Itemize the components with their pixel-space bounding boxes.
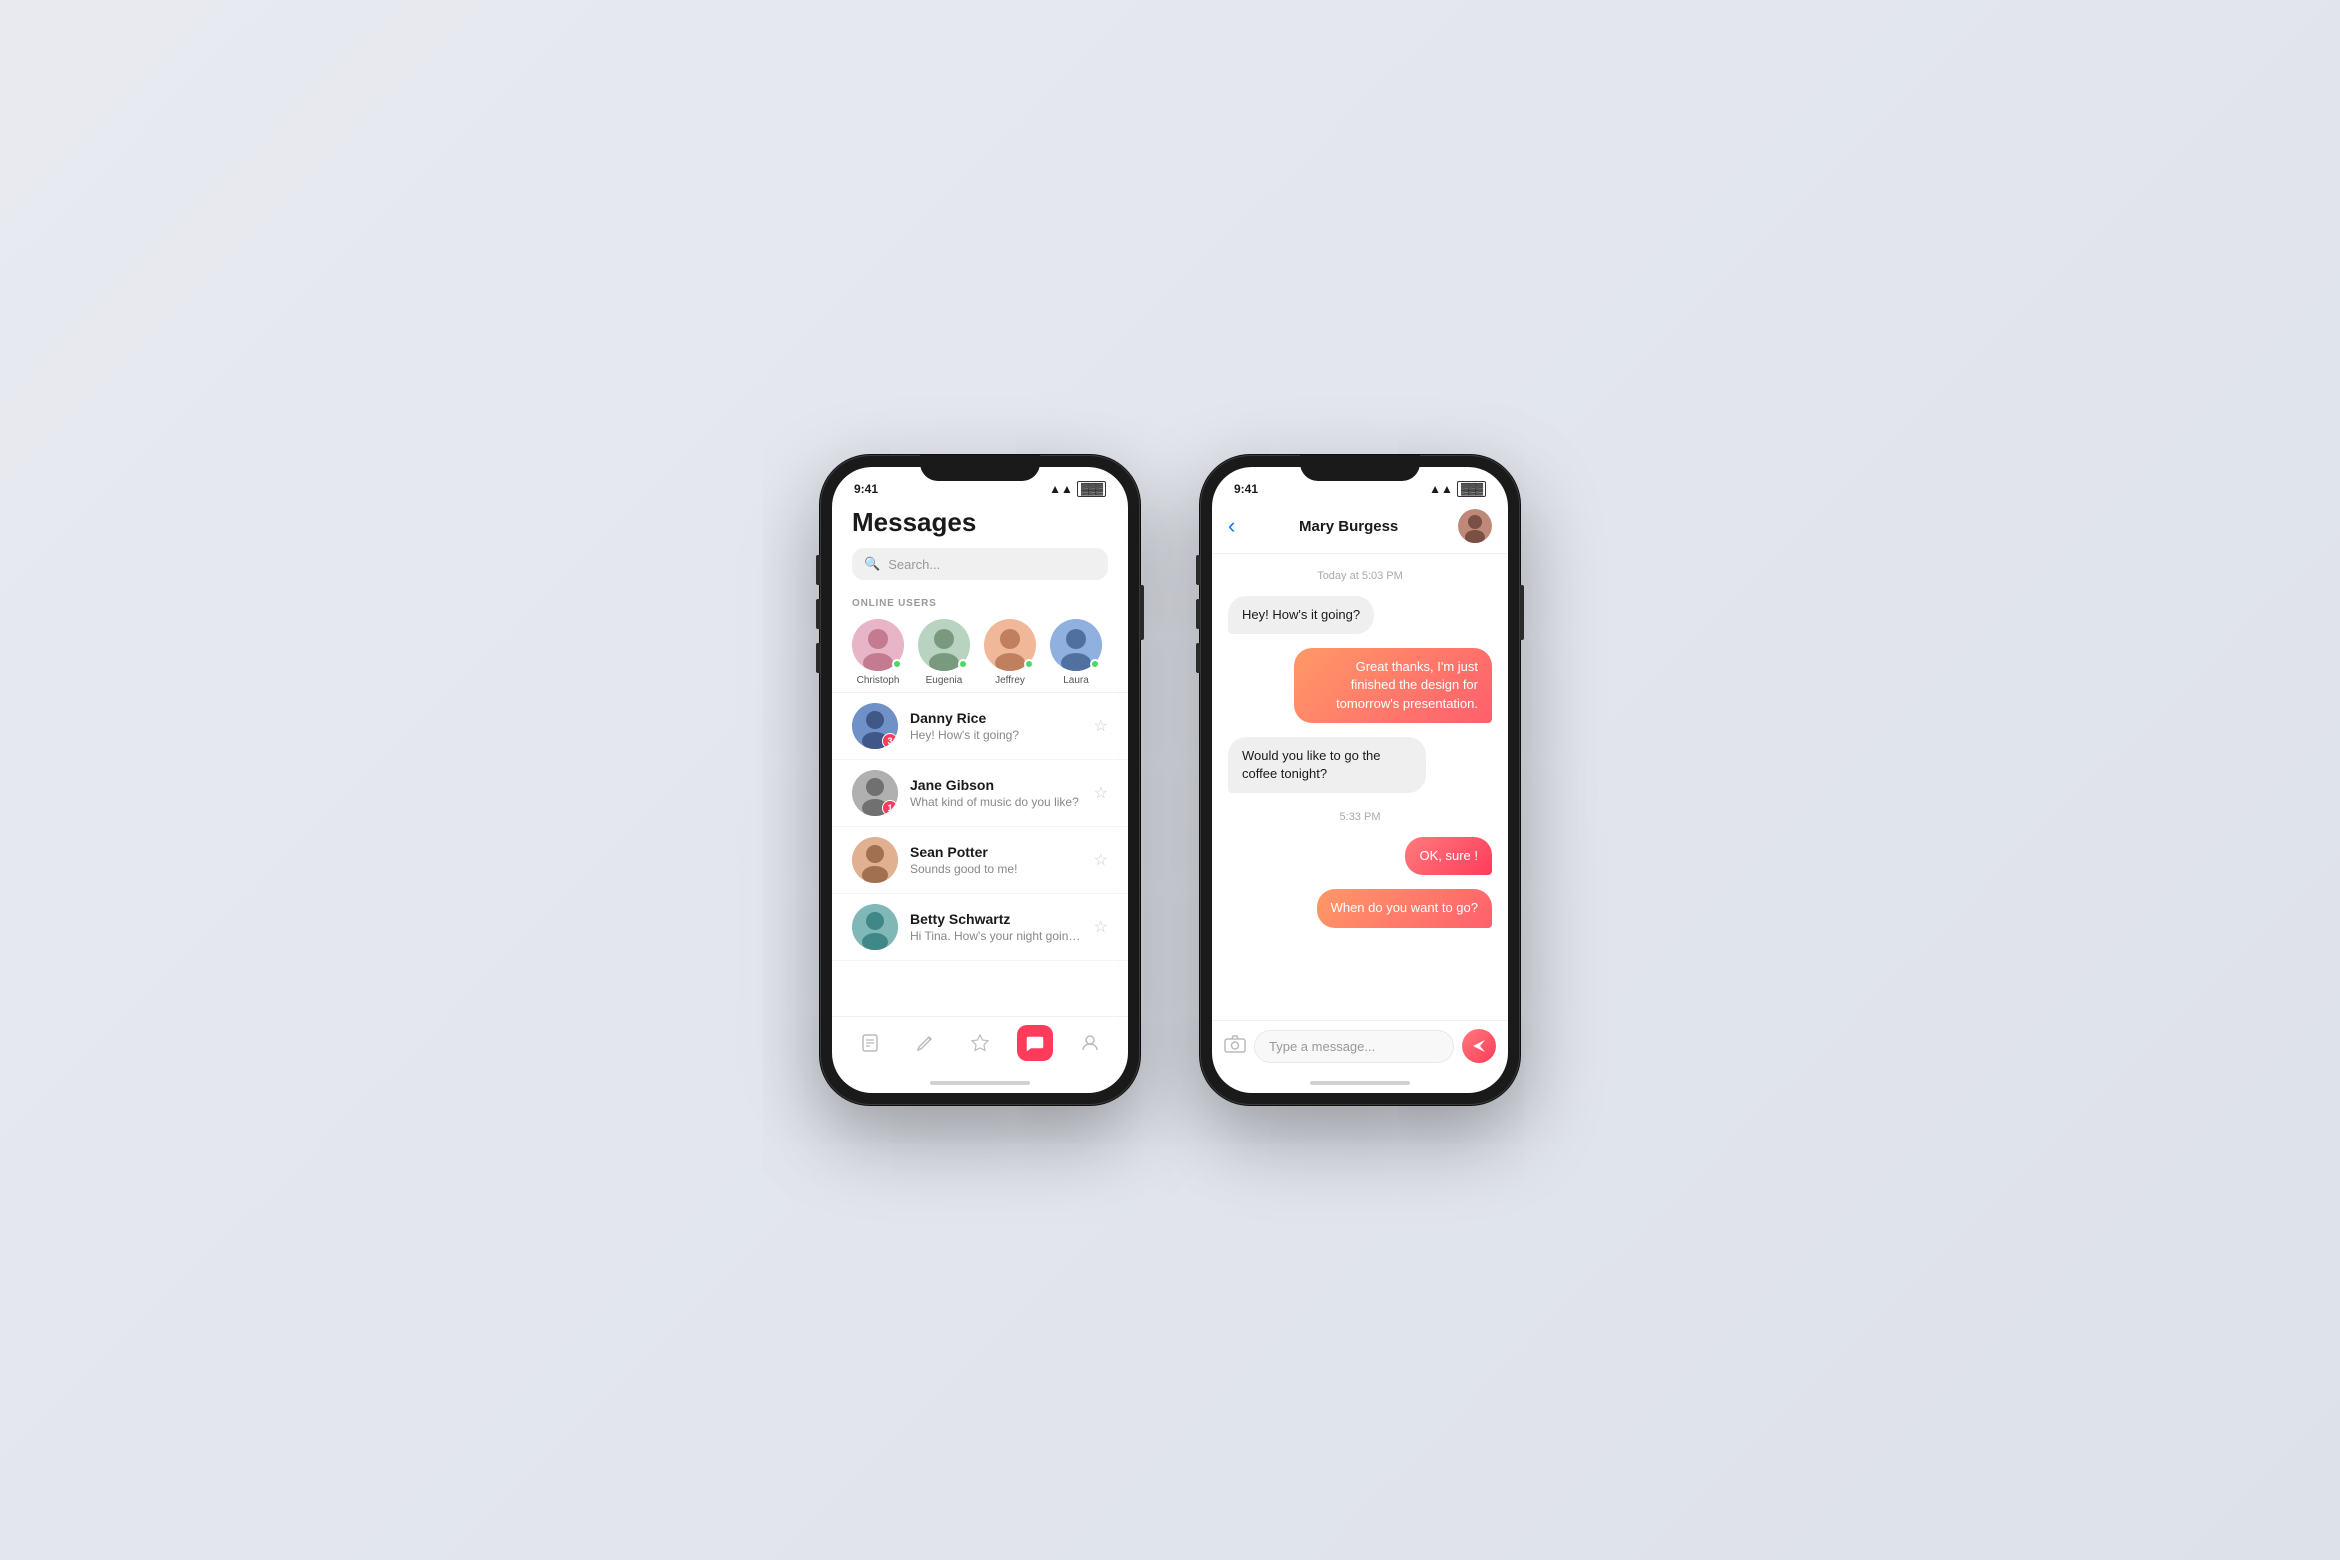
- message-bubble: Hey! How's it going?: [1228, 596, 1374, 634]
- online-user[interactable]: Jeffrey: [984, 619, 1036, 686]
- home-bar: [930, 1081, 1030, 1085]
- conversation-item[interactable]: 1 Jane Gibson What kind of music do you …: [832, 760, 1128, 827]
- avatar: [852, 837, 898, 883]
- online-users-row: Christoph Eugenia: [852, 619, 1108, 686]
- star-icon[interactable]: ☆: [1094, 783, 1108, 803]
- notch: [920, 455, 1040, 481]
- online-indicator: [1024, 659, 1034, 669]
- message-bubble: OK, sure !: [1405, 837, 1492, 875]
- avatar-wrapper: [984, 619, 1036, 671]
- status-time: 9:41: [854, 482, 878, 496]
- message-row: Hey! How's it going?: [1228, 596, 1492, 634]
- conversation-content: Betty Schwartz Hi Tina. How's your night…: [910, 911, 1082, 943]
- home-bar: [1310, 1081, 1410, 1085]
- phone-messages-list: 9:41 ▲▲ ▓▓▓ Messages 🔍 Search... ONLINE …: [820, 455, 1140, 1105]
- star-icon[interactable]: ☆: [1094, 716, 1108, 736]
- star-icon[interactable]: ☆: [1094, 850, 1108, 870]
- messages-header: Messages 🔍 Search...: [832, 503, 1128, 590]
- contact-name: Sean Potter: [910, 844, 1082, 860]
- message-bubble: When do you want to go?: [1317, 889, 1492, 927]
- search-icon: 🔍: [864, 556, 880, 572]
- unread-badge: 1: [882, 800, 898, 816]
- message-row: When do you want to go?: [1228, 889, 1492, 927]
- user-name: Eugenia: [926, 675, 963, 686]
- message-bubble: Great thanks, I'm just finished the desi…: [1294, 648, 1492, 723]
- notch: [1300, 455, 1420, 481]
- avatar: [852, 904, 898, 950]
- status-time: 9:41: [1234, 482, 1258, 496]
- conversation-content: Danny Rice Hey! How's it going?: [910, 710, 1082, 742]
- user-name: Christoph: [857, 675, 900, 686]
- status-icons: ▲▲ ▓▓▓: [1049, 481, 1106, 497]
- online-user[interactable]: Christoph: [852, 619, 904, 686]
- time-label: 5:33 PM: [1228, 811, 1492, 823]
- message-text-input[interactable]: Type a message...: [1254, 1030, 1454, 1063]
- online-users-label: ONLINE USERS: [852, 598, 1108, 609]
- search-placeholder-text: Search...: [888, 557, 940, 572]
- avatar-wrapper: [918, 619, 970, 671]
- messages-screen-content: Messages 🔍 Search... ONLINE USERS: [832, 503, 1128, 1093]
- status-icons: ▲▲ ▓▓▓: [1429, 481, 1486, 497]
- message-preview: Hi Tina. How's your night going?: [910, 929, 1082, 943]
- conversation-content: Sean Potter Sounds good to me!: [910, 844, 1082, 876]
- message-preview: What kind of music do you like?: [910, 795, 1082, 809]
- phone-chat-view: 9:41 ▲▲ ▓▓▓ ‹ Mary Burgess Today at 5:03…: [1200, 455, 1520, 1105]
- phone-screen: 9:41 ▲▲ ▓▓▓ ‹ Mary Burgess Today at 5:03…: [1212, 467, 1508, 1093]
- nav-profile[interactable]: [1072, 1025, 1108, 1061]
- message-preview: Sounds good to me!: [910, 862, 1082, 876]
- message-input-area: Type a message...: [1212, 1020, 1508, 1073]
- nav-compose[interactable]: [907, 1025, 943, 1061]
- message-row: OK, sure !: [1228, 837, 1492, 875]
- battery-icon: ▓▓▓: [1077, 481, 1106, 497]
- home-indicator: [832, 1073, 1128, 1093]
- send-button[interactable]: [1462, 1029, 1496, 1063]
- star-icon[interactable]: ☆: [1094, 917, 1108, 937]
- avatar: 1: [852, 770, 898, 816]
- chat-messages-container: Today at 5:03 PM Hey! How's it going? Gr…: [1212, 554, 1508, 1020]
- contact-name: Betty Schwartz: [910, 911, 1082, 927]
- online-user[interactable]: Laura: [1050, 619, 1102, 686]
- conversation-item[interactable]: Betty Schwartz Hi Tina. How's your night…: [832, 894, 1128, 961]
- avatar: 3: [852, 703, 898, 749]
- online-user[interactable]: Eugenia: [918, 619, 970, 686]
- wifi-icon: ▲▲: [1049, 482, 1073, 496]
- message-preview: Hey! How's it going?: [910, 728, 1082, 742]
- camera-button[interactable]: [1224, 1035, 1246, 1058]
- unread-badge: 3: [882, 733, 898, 749]
- nav-messages[interactable]: [1017, 1025, 1053, 1061]
- conversation-list: 3 Danny Rice Hey! How's it going? ☆ 1: [832, 693, 1128, 1016]
- nav-favorites[interactable]: [962, 1025, 998, 1061]
- message-row: Would you like to go the coffee tonight?: [1228, 737, 1492, 793]
- user-name: Jeffrey: [995, 675, 1025, 686]
- phone-screen: 9:41 ▲▲ ▓▓▓ Messages 🔍 Search... ONLINE …: [832, 467, 1128, 1093]
- avatar-wrapper: [1050, 619, 1102, 671]
- home-indicator: [1212, 1073, 1508, 1093]
- conversation-item[interactable]: 3 Danny Rice Hey! How's it going? ☆: [832, 693, 1128, 760]
- message-bubble: Would you like to go the coffee tonight?: [1228, 737, 1426, 793]
- online-indicator: [958, 659, 968, 669]
- conversation-content: Jane Gibson What kind of music do you li…: [910, 777, 1082, 809]
- message-row: Great thanks, I'm just finished the desi…: [1228, 648, 1492, 723]
- messages-title: Messages: [852, 507, 1108, 538]
- online-indicator: [892, 659, 902, 669]
- date-label: Today at 5:03 PM: [1228, 570, 1492, 582]
- contact-name: Jane Gibson: [910, 777, 1082, 793]
- contact-name: Danny Rice: [910, 710, 1082, 726]
- conversation-item[interactable]: Sean Potter Sounds good to me! ☆: [832, 827, 1128, 894]
- avatar-wrapper: [852, 619, 904, 671]
- back-button[interactable]: ‹: [1228, 513, 1239, 539]
- online-users-section: ONLINE USERS Christoph: [832, 590, 1128, 693]
- chat-contact-name: Mary Burgess: [1247, 518, 1450, 535]
- search-bar[interactable]: 🔍 Search...: [852, 548, 1108, 580]
- bottom-navigation: [832, 1016, 1128, 1073]
- wifi-icon: ▲▲: [1429, 482, 1453, 496]
- battery-icon: ▓▓▓: [1457, 481, 1486, 497]
- user-name: Laura: [1063, 675, 1089, 686]
- nav-notes[interactable]: [852, 1025, 888, 1061]
- chat-header: ‹ Mary Burgess: [1212, 503, 1508, 554]
- chat-avatar[interactable]: [1458, 509, 1492, 543]
- online-indicator: [1090, 659, 1100, 669]
